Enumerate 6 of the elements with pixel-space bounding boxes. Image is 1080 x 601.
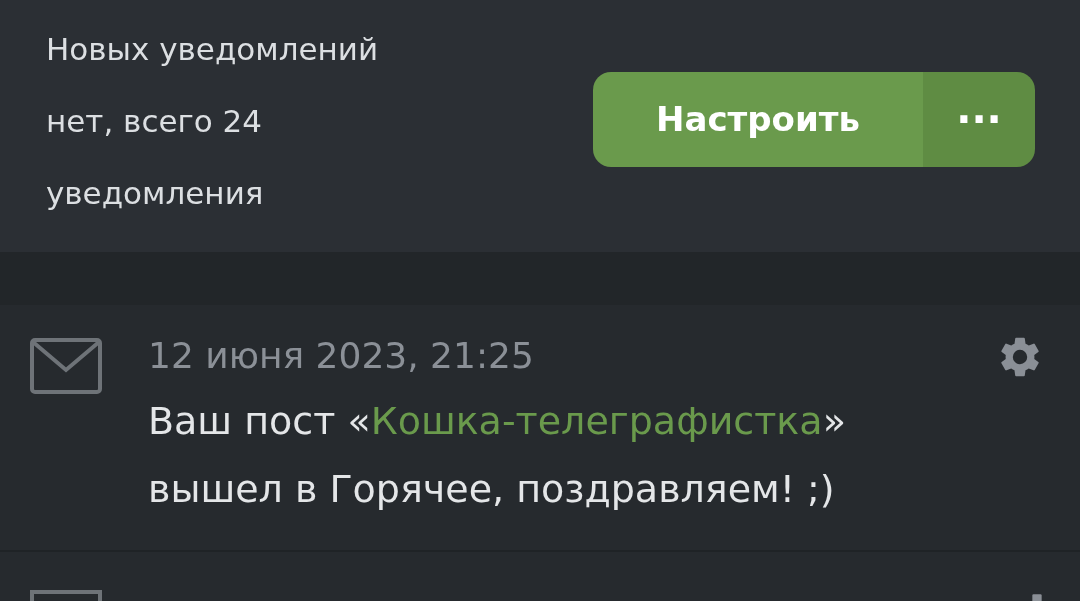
summary-text: Новых уведомлений нет, всего 24 уведомления xyxy=(46,30,380,213)
post-link[interactable]: Кошка-телеграфистка xyxy=(370,399,823,443)
notification-message: Ваш пост «Кошка-телеграфистка» вышел в Горячее, поздравляем! ;) xyxy=(148,398,847,513)
settings-button[interactable]: Настроить xyxy=(593,71,923,167)
more-button[interactable]: ··· xyxy=(923,71,1035,167)
notification-date: 12 июня 2023, 21:25 xyxy=(148,334,535,378)
